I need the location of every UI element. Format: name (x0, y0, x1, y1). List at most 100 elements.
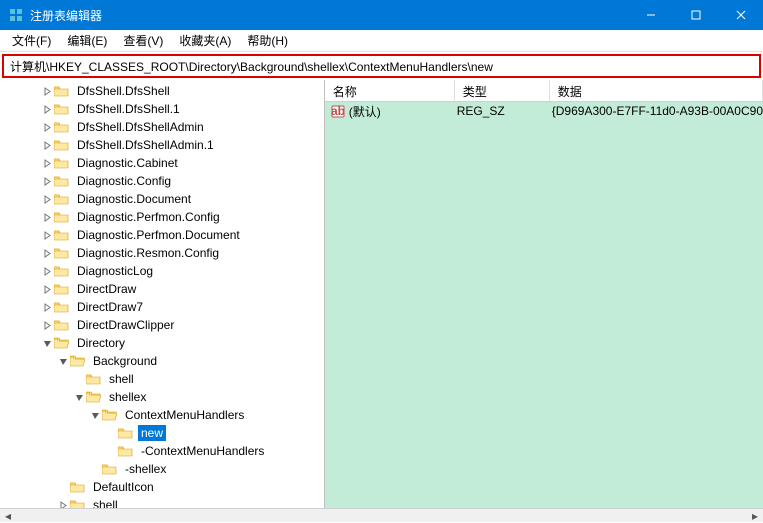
folder-icon (118, 426, 134, 440)
expand-icon[interactable] (40, 102, 54, 116)
tree-item[interactable]: shell (0, 496, 324, 508)
scroll-track[interactable] (16, 509, 747, 522)
value-row[interactable]: ab(默认)REG_SZ{D969A300-E7FF-11d0-A93B-00A… (325, 102, 763, 120)
folder-icon (54, 156, 70, 170)
address-bar[interactable]: 计算机\HKEY_CLASSES_ROOT\Directory\Backgrou… (2, 54, 761, 78)
menu-view[interactable]: 查看(V) (115, 30, 171, 51)
tree-item[interactable]: Diagnostic.Config (0, 172, 324, 190)
value-data: {D969A300-E7FF-11d0-A93B-00A0C90 (552, 104, 763, 118)
tree-item-label: Diagnostic.Perfmon.Config (74, 209, 223, 225)
tree-item[interactable]: DfsShell.DfsShellAdmin (0, 118, 324, 136)
value-panel: 名称 类型 数据 ab(默认)REG_SZ{D969A300-E7FF-11d0… (325, 80, 763, 508)
folder-icon (54, 84, 70, 98)
expand-icon[interactable] (88, 462, 102, 476)
folder-icon (54, 120, 70, 134)
tree-item[interactable]: DiagnosticLog (0, 262, 324, 280)
tree-item[interactable]: DfsShell.DfsShellAdmin.1 (0, 136, 324, 154)
tree-item-label: Diagnostic.Perfmon.Document (74, 227, 243, 243)
expand-icon[interactable] (40, 228, 54, 242)
col-data[interactable]: 数据 (550, 80, 763, 101)
folder-icon (70, 480, 86, 494)
tree-item[interactable]: Diagnostic.Document (0, 190, 324, 208)
tree-item-label: Directory (74, 335, 128, 351)
tree-item-label: ContextMenuHandlers (122, 407, 247, 423)
horizontal-scrollbar[interactable]: ◂ ▸ (0, 508, 763, 522)
close-button[interactable] (718, 0, 763, 30)
tree-item[interactable]: -shellex (0, 460, 324, 478)
tree-item[interactable]: DirectDraw (0, 280, 324, 298)
expand-icon[interactable] (40, 336, 54, 350)
tree-item-label: DirectDrawClipper (74, 317, 177, 333)
tree-item-label: DfsShell.DfsShell (74, 83, 173, 99)
scroll-left-icon[interactable]: ◂ (0, 509, 16, 522)
minimize-button[interactable] (628, 0, 673, 30)
folder-icon (54, 264, 70, 278)
expand-icon[interactable] (72, 390, 86, 404)
expand-icon[interactable] (40, 138, 54, 152)
expand-icon[interactable] (40, 264, 54, 278)
expand-icon[interactable] (56, 498, 70, 508)
scroll-right-icon[interactable]: ▸ (747, 509, 763, 522)
expand-icon[interactable] (40, 318, 54, 332)
tree-item[interactable]: DfsShell.DfsShell (0, 82, 324, 100)
menu-bar: 文件(F) 编辑(E) 查看(V) 收藏夹(A) 帮助(H) (0, 30, 763, 52)
column-header: 名称 类型 数据 (325, 80, 763, 102)
expand-icon[interactable] (40, 246, 54, 260)
tree-item[interactable]: Diagnostic.Resmon.Config (0, 244, 324, 262)
col-name[interactable]: 名称 (325, 80, 455, 101)
tree-item[interactable]: shellex (0, 388, 324, 406)
expand-icon[interactable] (40, 300, 54, 314)
expand-icon[interactable] (40, 156, 54, 170)
tree-item[interactable]: -ContextMenuHandlers (0, 442, 324, 460)
tree-item-label: shell (90, 497, 121, 508)
tree-item[interactable]: DirectDraw7 (0, 298, 324, 316)
expand-icon[interactable] (40, 282, 54, 296)
tree-item-label: DfsShell.DfsShellAdmin (74, 119, 207, 135)
tree-item[interactable]: shell (0, 370, 324, 388)
folder-icon (54, 336, 70, 350)
folder-icon (54, 192, 70, 206)
string-value-icon: ab (325, 104, 347, 118)
tree-item[interactable]: DefaultIcon (0, 478, 324, 496)
folder-icon (70, 354, 86, 368)
tree-item[interactable]: Diagnostic.Cabinet (0, 154, 324, 172)
tree-item-label: Diagnostic.Resmon.Config (74, 245, 222, 261)
tree-item[interactable]: Directory (0, 334, 324, 352)
folder-icon (102, 408, 118, 422)
tree-item[interactable]: Diagnostic.Perfmon.Config (0, 208, 324, 226)
tree-item-label: -ContextMenuHandlers (138, 443, 267, 459)
tree-item-label: shell (106, 371, 137, 387)
expand-icon[interactable] (40, 210, 54, 224)
folder-icon (86, 390, 102, 404)
folder-icon (118, 444, 134, 458)
tree-item[interactable]: Background (0, 352, 324, 370)
expand-icon[interactable] (40, 174, 54, 188)
expand-icon[interactable] (40, 120, 54, 134)
expand-icon[interactable] (72, 372, 86, 386)
expand-icon[interactable] (56, 480, 70, 494)
window-title: 注册表编辑器 (30, 7, 628, 24)
tree-item-label: new (138, 425, 166, 441)
expand-icon[interactable] (104, 426, 118, 440)
menu-file[interactable]: 文件(F) (4, 30, 59, 51)
menu-edit[interactable]: 编辑(E) (59, 30, 115, 51)
expand-icon[interactable] (104, 444, 118, 458)
tree-panel[interactable]: DfsShell.DfsShellDfsShell.DfsShell.1DfsS… (0, 80, 325, 508)
expand-icon[interactable] (40, 84, 54, 98)
menu-favorites[interactable]: 收藏夹(A) (171, 30, 239, 51)
expand-icon[interactable] (40, 192, 54, 206)
menu-help[interactable]: 帮助(H) (239, 30, 296, 51)
folder-icon (54, 246, 70, 260)
col-type[interactable]: 类型 (455, 80, 550, 101)
tree-item-label: Diagnostic.Config (74, 173, 174, 189)
tree-item[interactable]: new (0, 424, 324, 442)
tree-item[interactable]: Diagnostic.Perfmon.Document (0, 226, 324, 244)
expand-icon[interactable] (88, 408, 102, 422)
folder-icon (54, 228, 70, 242)
maximize-button[interactable] (673, 0, 718, 30)
tree-item[interactable]: ContextMenuHandlers (0, 406, 324, 424)
tree-item[interactable]: DfsShell.DfsShell.1 (0, 100, 324, 118)
tree-item-label: DefaultIcon (90, 479, 157, 495)
tree-item[interactable]: DirectDrawClipper (0, 316, 324, 334)
expand-icon[interactable] (56, 354, 70, 368)
